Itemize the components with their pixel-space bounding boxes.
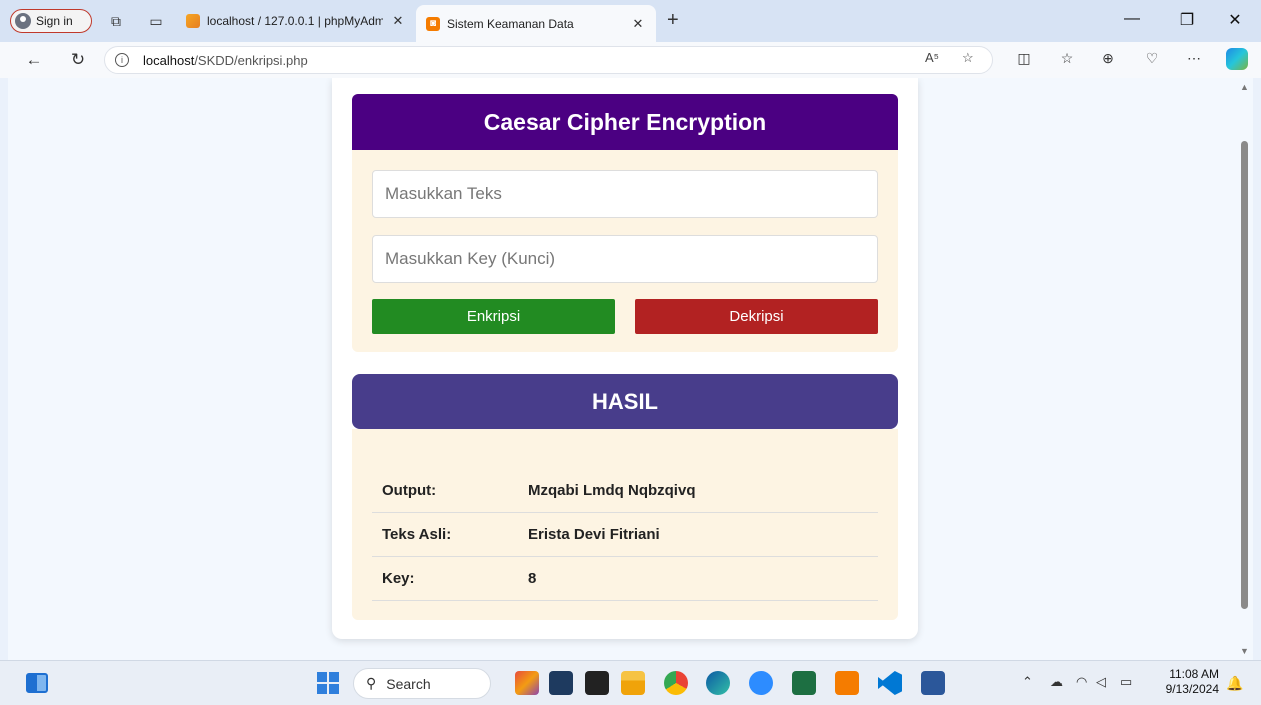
copilot-icon[interactable] (1226, 48, 1248, 70)
widgets-icon[interactable] (26, 673, 48, 693)
clock-date: 9/13/2024 (1165, 682, 1219, 696)
result-panel: Output: Mzqabi Lmdq Nqbzqivq Teks Asli: … (352, 429, 898, 620)
tab-actions-icon[interactable]: ▭ (146, 11, 166, 31)
chrome-icon[interactable] (664, 671, 688, 695)
start-icon[interactable] (317, 672, 339, 694)
more-menu-icon[interactable]: ⋯ (1183, 50, 1205, 67)
result-row-output: Output: Mzqabi Lmdq Nqbzqivq (372, 469, 878, 513)
restore-icon[interactable]: ❐ (1177, 10, 1197, 30)
tray-overflow-icon[interactable]: ⌃ (1022, 674, 1033, 690)
browser-essentials-icon[interactable]: ♡ (1141, 50, 1163, 67)
read-aloud-icon[interactable]: A⁵ (925, 50, 939, 65)
scroll-down-icon[interactable]: ▼ (1240, 646, 1249, 656)
search-label: Search (386, 675, 431, 692)
form-title: Caesar Cipher Encryption (352, 94, 898, 150)
result-title: HASIL (352, 374, 898, 429)
sign-in-label: Sign in (36, 14, 73, 28)
xampp-taskbar-icon[interactable] (835, 671, 859, 695)
result-value: Erista Devi Fitriani (528, 526, 660, 543)
battery-icon[interactable]: ▭ (1120, 674, 1132, 690)
word-icon[interactable] (921, 671, 945, 695)
zoom-icon[interactable] (749, 671, 773, 695)
browser-title-bar: Sign in ⧉ ▭ localhost / 127.0.0.1 | phpM… (0, 0, 1261, 42)
page-viewport: Caesar Cipher Encryption Masukkan Teks M… (8, 78, 1237, 660)
site-info-icon[interactable]: i (115, 53, 129, 67)
vscode-icon[interactable] (878, 671, 902, 695)
sign-in-button[interactable]: Sign in (10, 9, 92, 33)
windows-taskbar: ⚲ Search ⌃ ☁ ◠ ◁ ▭ 11:08 AM 9/13/2024 🔔 (0, 660, 1261, 705)
wifi-icon[interactable]: ◠ (1076, 674, 1087, 690)
encryption-form: Caesar Cipher Encryption Masukkan Teks M… (352, 94, 898, 352)
excel-icon[interactable] (792, 671, 816, 695)
app-icon-games[interactable] (515, 671, 539, 695)
result-row-key: Key: 8 (372, 557, 878, 601)
profile-icon (15, 13, 31, 29)
decrypt-button[interactable]: Dekripsi (635, 299, 878, 334)
close-window-icon[interactable]: ✕ (1225, 10, 1245, 30)
url-host: localhost (143, 52, 195, 68)
favorites-icon[interactable]: ☆ (1056, 50, 1078, 67)
result-value: 8 (528, 570, 537, 587)
encrypt-button[interactable]: Enkripsi (372, 299, 615, 334)
collections-icon[interactable]: ⊕ (1097, 50, 1119, 67)
search-icon: ⚲ (366, 675, 377, 691)
clock-time: 11:08 AM (1169, 667, 1219, 681)
result-label: Key: (382, 570, 415, 587)
notification-bell-icon[interactable]: 🔔 (1226, 675, 1243, 692)
taskbar-search[interactable]: ⚲ Search (353, 668, 491, 699)
result-label: Teks Asli: (382, 526, 452, 543)
key-input[interactable]: Masukkan Key (Kunci) (372, 235, 878, 283)
close-tab-icon[interactable]: ✕ (390, 13, 406, 29)
taskbar-clock[interactable]: 11:08 AM 9/13/2024 (1159, 667, 1219, 697)
app-icon-terminal[interactable] (585, 671, 609, 695)
close-tab-icon[interactable]: ✕ (630, 16, 646, 32)
minimize-icon[interactable]: — (1122, 10, 1142, 28)
result-row-original-text: Teks Asli: Erista Devi Fitriani (372, 513, 878, 557)
workspaces-icon[interactable]: ⧉ (106, 11, 126, 31)
scroll-up-icon[interactable]: ▲ (1240, 82, 1249, 92)
tab-title: Sistem Keamanan Data (447, 16, 574, 31)
text-input[interactable]: Masukkan Teks (372, 170, 878, 218)
app-icon-task-view[interactable] (549, 671, 573, 695)
favorite-star-icon[interactable]: ☆ (962, 50, 974, 66)
address-bar[interactable]: i localhost/SKDD/enkripsi.php (104, 46, 993, 74)
scrollbar-thumb[interactable] (1241, 141, 1248, 609)
volume-icon[interactable]: ◁ (1096, 674, 1106, 690)
url-path: /SKDD/enkripsi.php (194, 52, 308, 68)
tab-phpmyadmin[interactable]: localhost / 127.0.0.1 | phpMyAdm ✕ (176, 6, 416, 36)
onedrive-icon[interactable]: ☁ (1050, 674, 1063, 690)
back-icon[interactable]: ← (22, 48, 46, 72)
main-card: Caesar Cipher Encryption Masukkan Teks M… (332, 78, 918, 639)
address-bar-row: ← ↻ i localhost/SKDD/enkripsi.php A⁵ ☆ ◫… (0, 42, 1261, 78)
split-screen-icon[interactable]: ◫ (1013, 50, 1035, 67)
file-explorer-icon[interactable] (621, 671, 645, 695)
result-label: Output: (382, 482, 437, 499)
tab-title: localhost / 127.0.0.1 | phpMyAdm (207, 14, 383, 28)
url-text: localhost/SKDD/enkripsi.php (143, 53, 308, 68)
edge-icon[interactable] (706, 671, 730, 695)
result-value: Mzqabi Lmdq Nqbzqivq (528, 482, 696, 499)
xampp-icon: ◙ (426, 16, 440, 31)
vertical-scrollbar[interactable]: ▲ ▼ (1237, 78, 1253, 660)
new-tab-button[interactable]: + (667, 9, 679, 32)
tab-sistem-keamanan-data[interactable]: ◙ Sistem Keamanan Data ✕ (416, 5, 656, 42)
phpmyadmin-icon (186, 14, 200, 28)
refresh-icon[interactable]: ↻ (66, 48, 90, 72)
